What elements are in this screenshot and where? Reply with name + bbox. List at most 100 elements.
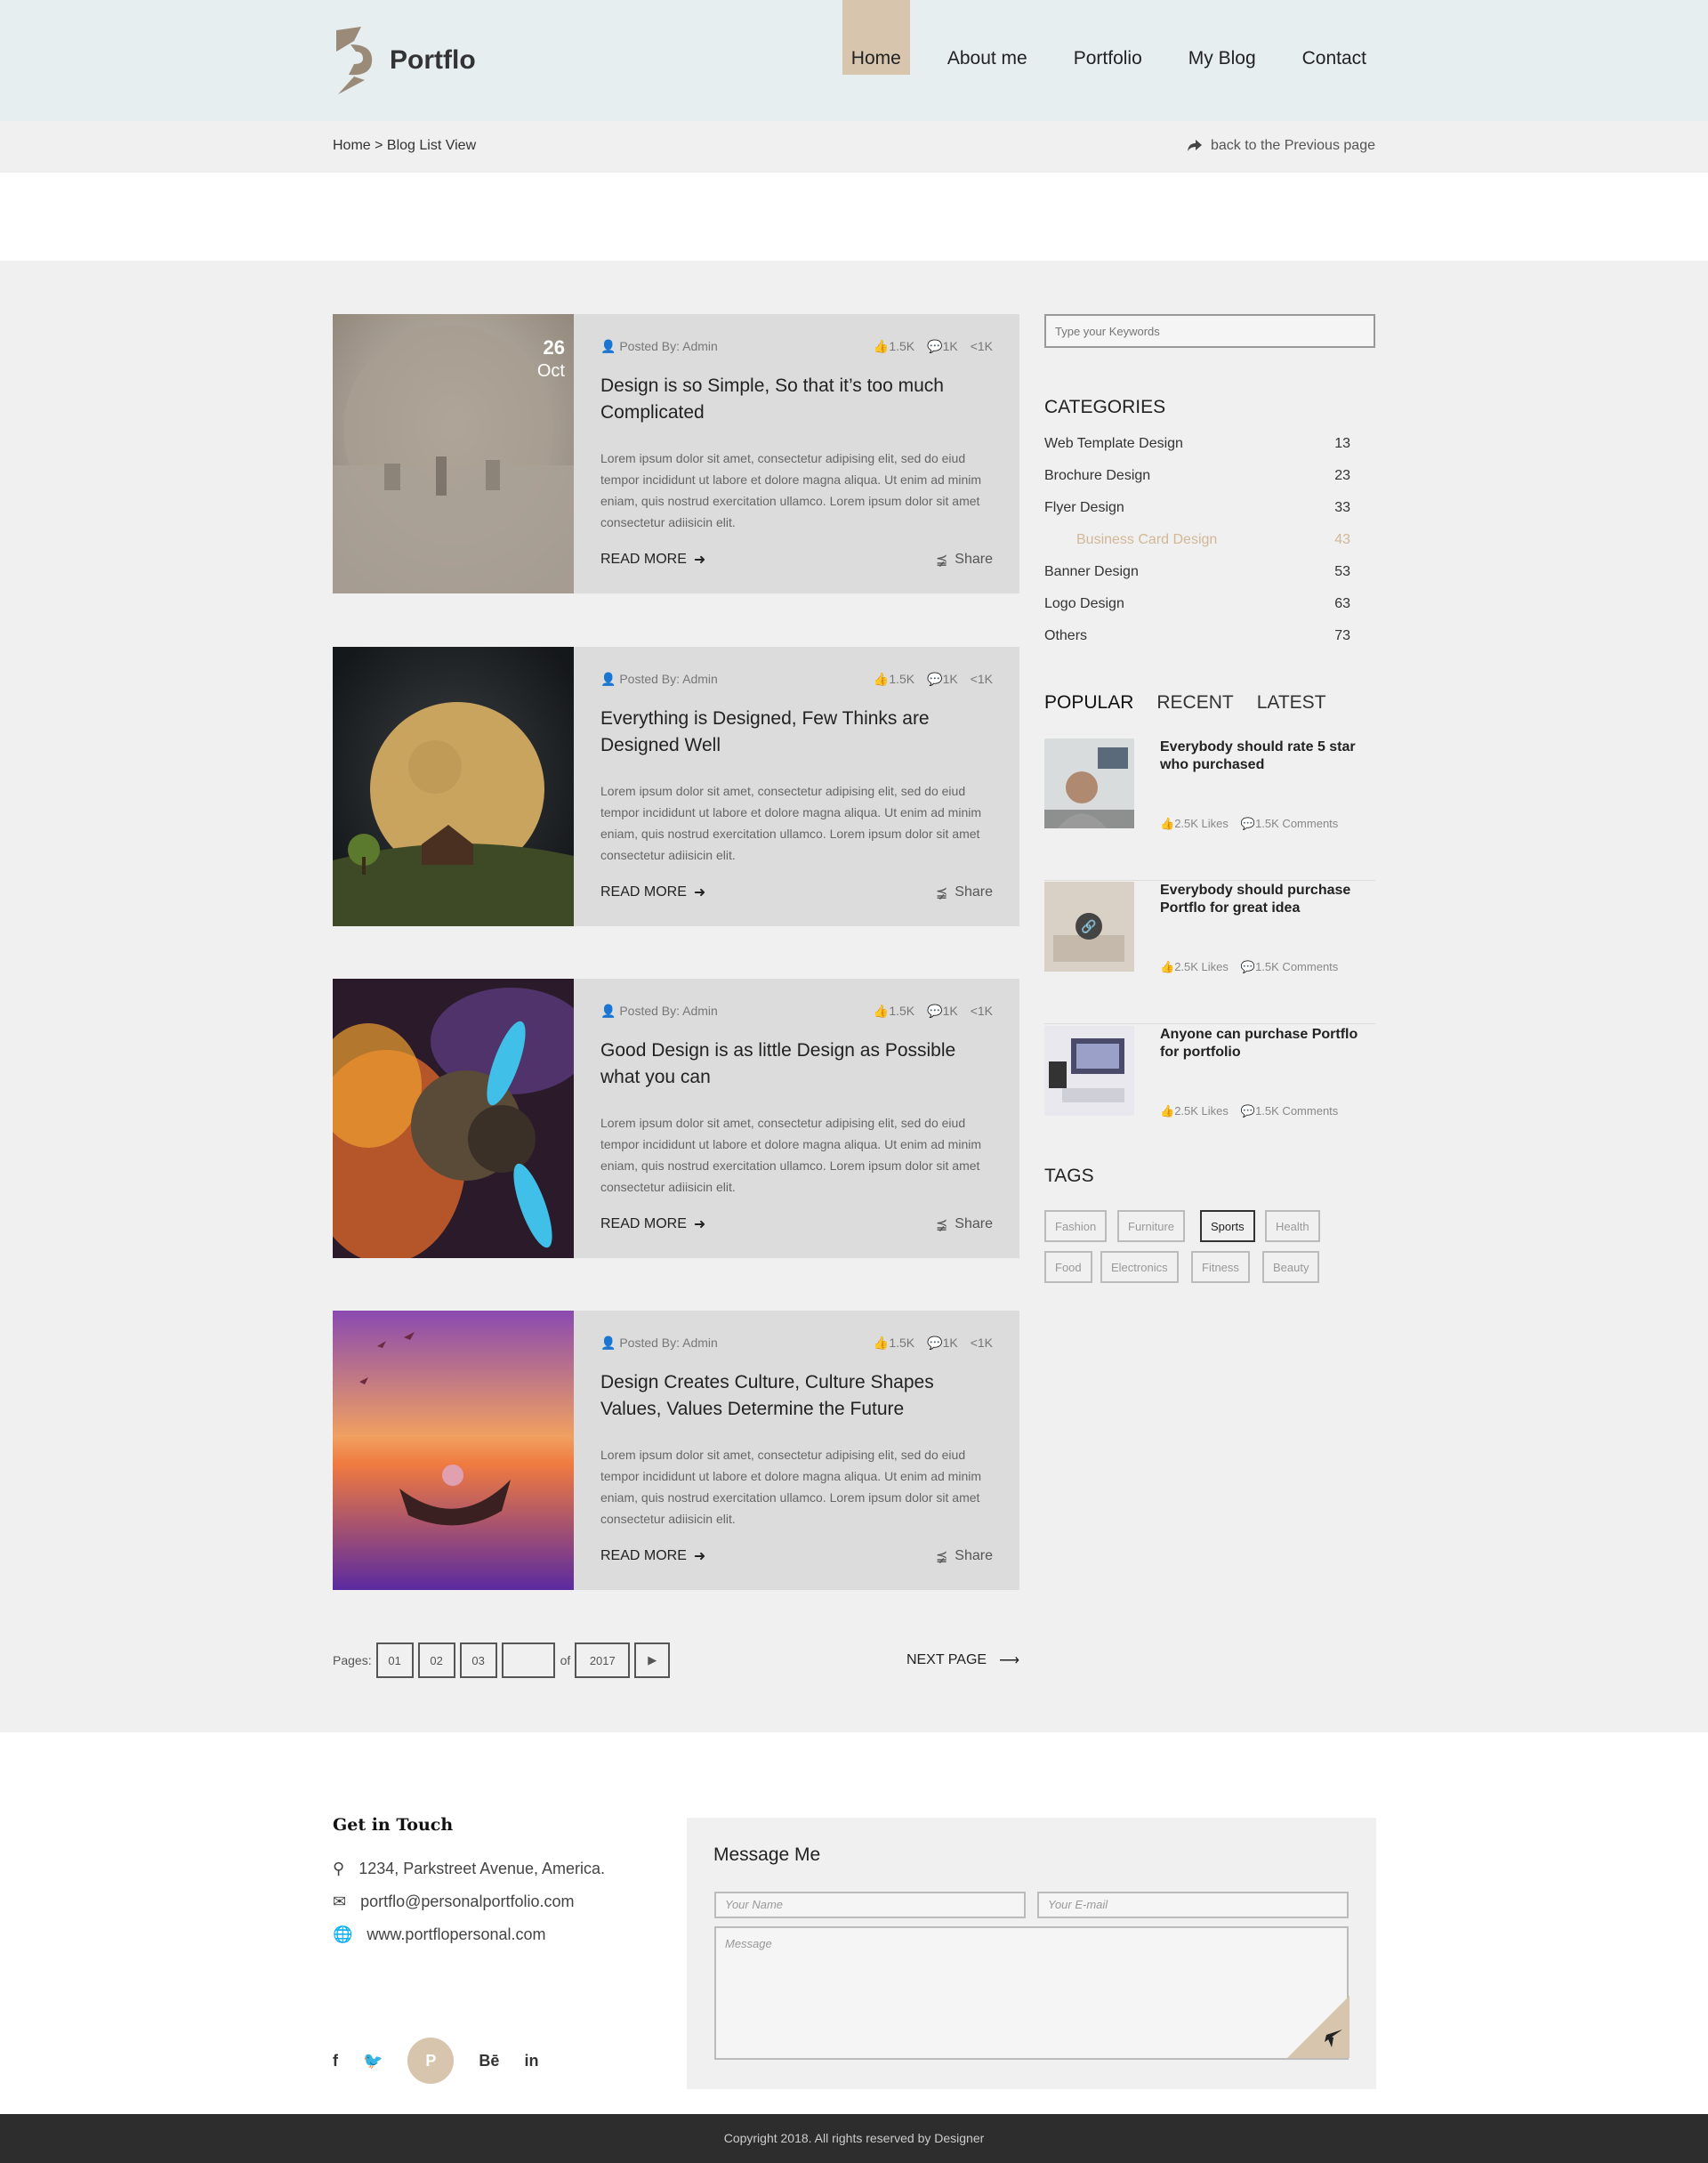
post-author: 👤 Posted By: Admin	[600, 1004, 718, 1018]
post-image[interactable]	[333, 1311, 574, 1590]
play-arrow-button[interactable]: ▶	[634, 1642, 671, 1678]
boat-sunset-image	[333, 1311, 574, 1590]
share-icon: ⪵	[935, 885, 948, 900]
post-image[interactable]	[333, 647, 574, 926]
category-item[interactable]: Others 73	[1044, 628, 1350, 660]
tag-sports[interactable]: Sports	[1200, 1210, 1255, 1242]
nav-contact[interactable]: Contact	[1293, 0, 1375, 75]
likes-count[interactable]: 👍1.5K	[874, 339, 914, 354]
arrow-right-icon: ➜	[693, 553, 706, 568]
post-title[interactable]: Everything is Designed, Few Thinks are D…	[600, 706, 993, 759]
name-input[interactable]: Your Name	[714, 1892, 1026, 1918]
next-page-link[interactable]: NEXT PAGE ⟶	[906, 1651, 1019, 1669]
facebook-icon[interactable]: f	[333, 2052, 338, 2070]
send-icon[interactable]	[1287, 1996, 1349, 2058]
categories-list: Web Template Design 13 Brochure Design 23 …	[1044, 436, 1350, 660]
post-image[interactable]: 26 Oct	[333, 314, 574, 593]
tag-fashion[interactable]: Fashion	[1044, 1210, 1108, 1242]
logo[interactable]: Portflo	[333, 25, 476, 96]
contact-email[interactable]: ✉ portflo@personalportfolio.com	[333, 1893, 574, 1911]
page-button[interactable]: 03	[459, 1642, 497, 1678]
pinterest-icon[interactable]: P	[407, 2038, 455, 2084]
tab-popular[interactable]: POPULAR	[1044, 692, 1133, 714]
contact-website[interactable]: 🌐 www.portflopersonal.com	[333, 1925, 546, 1944]
read-more-link[interactable]: READ MORE ➜	[600, 551, 705, 569]
likes-count: 👍2.5K Likes	[1160, 817, 1229, 830]
divider	[1044, 880, 1375, 881]
tag-health[interactable]: Health	[1265, 1210, 1320, 1242]
category-item[interactable]: Brochure Design 23	[1044, 468, 1350, 500]
read-more-link[interactable]: READ MORE ➜	[600, 884, 705, 901]
page-button[interactable]: 01	[375, 1642, 414, 1678]
tab-latest[interactable]: LATEST	[1257, 692, 1326, 714]
tab-recent[interactable]: RECENT	[1156, 692, 1233, 714]
popular-post[interactable]: Everybody should rate 5 star who purchas…	[1044, 738, 1375, 881]
office-room-image: 🔗	[1044, 882, 1134, 972]
post-title[interactable]: Design Creates Culture, Culture Shapes V…	[600, 1369, 993, 1423]
read-more-link[interactable]: READ MORE ➜	[600, 1547, 705, 1565]
nav-home[interactable]: Home	[842, 0, 910, 75]
post-date: 26 Oct	[537, 336, 565, 383]
shares-count[interactable]: <1K	[971, 672, 993, 687]
shares-count[interactable]: <1K	[971, 339, 993, 354]
back-link[interactable]: back to the Previous page	[1187, 138, 1375, 154]
post-day: 26	[543, 336, 565, 359]
page-number-input[interactable]	[501, 1642, 555, 1678]
nav-portfolio[interactable]: Portfolio	[1065, 0, 1151, 75]
share-button[interactable]: ⪵ Share	[936, 884, 993, 901]
breadcrumb[interactable]: Home > Blog List View	[333, 138, 476, 154]
popular-post[interactable]: 🔗 Everybody should purchase Portflo for …	[1044, 882, 1375, 1024]
search-input[interactable]	[1044, 314, 1375, 348]
tag-food[interactable]: Food	[1044, 1251, 1092, 1283]
blog-post: 👤 Posted By: Admin 👍1.5K 💬1K <1K Everyth…	[333, 647, 1019, 926]
tag-fitness[interactable]: Fitness	[1191, 1251, 1250, 1283]
shares-count[interactable]: <1K	[971, 1004, 993, 1019]
linkedin-icon[interactable]: in	[524, 2052, 538, 2070]
likes-count[interactable]: 👍1.5K	[874, 672, 914, 687]
share-button[interactable]: ⪵ Share	[936, 1215, 993, 1233]
nav-blog[interactable]: My Blog	[1180, 0, 1265, 75]
message-textarea[interactable]: Message	[714, 1926, 1349, 2060]
post-excerpt: Lorem ipsum dolor sit amet, consectetur …	[600, 1448, 982, 1526]
nav-about[interactable]: About me	[939, 0, 1036, 75]
behance-icon[interactable]: Bē	[479, 2052, 499, 2070]
categories-heading: CATEGORIES	[1044, 397, 1166, 417]
post-excerpt: Lorem ipsum dolor sit amet, consectetur …	[600, 1116, 982, 1194]
back-link-label: back to the Previous page	[1210, 138, 1375, 153]
airship-fire-image	[333, 979, 574, 1258]
category-item[interactable]: Logo Design 63	[1044, 596, 1350, 628]
comments-count[interactable]: 💬1K	[927, 1336, 958, 1351]
likes-count[interactable]: 👍1.5K	[874, 1004, 914, 1019]
popular-post[interactable]: Anyone can purchase Portflo for portfoli…	[1044, 1026, 1375, 1168]
share-button[interactable]: ⪵ Share	[936, 1547, 993, 1565]
shares-count[interactable]: <1K	[971, 1336, 993, 1351]
post-title[interactable]: Good Design is as little Design as Possi…	[600, 1037, 993, 1091]
main-nav: Home About me Portfolio My Blog Contact	[814, 0, 1375, 75]
tag-furniture[interactable]: Furniture	[1117, 1210, 1186, 1242]
comments-count[interactable]: 💬1K	[927, 1004, 958, 1019]
category-item[interactable]: Banner Design 53	[1044, 564, 1350, 596]
read-more-link[interactable]: READ MORE ➜	[600, 1215, 705, 1233]
share-button[interactable]: ⪵ Share	[936, 551, 993, 569]
contact-address: ⚲ 1234, Parkstreet Avenue, America.	[333, 1860, 606, 1877]
twitter-icon[interactable]: 🐦	[363, 2052, 383, 2070]
arrow-right-icon: ⟶	[999, 1653, 1019, 1668]
popular-title: Everybody should purchase Portflo for gr…	[1160, 883, 1351, 916]
comments-count: 💬1.5K Comments	[1240, 1104, 1339, 1118]
moon-house-image	[333, 647, 574, 926]
share-icon: ⪵	[935, 553, 948, 568]
comments-count[interactable]: 💬1K	[927, 672, 958, 687]
tag-electronics[interactable]: Electronics	[1100, 1251, 1179, 1283]
post-month: Oct	[536, 361, 565, 381]
comments-count[interactable]: 💬1K	[927, 339, 958, 354]
post-title[interactable]: Design is so Simple, So that it’s too mu…	[600, 373, 993, 426]
tags-heading: TAGS	[1044, 1166, 1094, 1186]
category-item-selected[interactable]: Business Card Design 43	[1044, 532, 1350, 564]
page-button[interactable]: 02	[417, 1642, 455, 1678]
email-input[interactable]: Your E-mail	[1037, 1892, 1349, 1918]
tag-beauty[interactable]: Beauty	[1262, 1251, 1320, 1283]
likes-count[interactable]: 👍1.5K	[874, 1336, 914, 1351]
category-item[interactable]: Flyer Design 33	[1044, 500, 1350, 532]
category-item[interactable]: Web Template Design 13	[1044, 436, 1350, 468]
post-image[interactable]	[333, 979, 574, 1258]
